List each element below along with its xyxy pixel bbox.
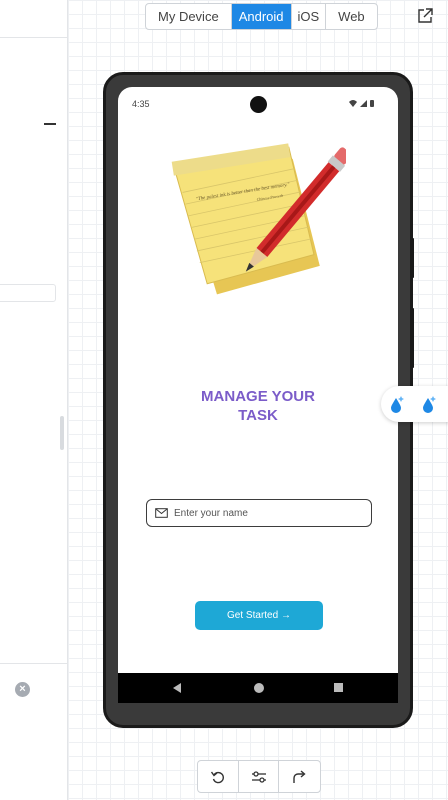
floating-widget[interactable] bbox=[381, 386, 448, 422]
name-input[interactable] bbox=[174, 504, 364, 522]
undo-icon bbox=[210, 771, 224, 784]
tab-web[interactable]: Web bbox=[326, 4, 377, 29]
collapse-icon[interactable] bbox=[44, 123, 56, 125]
preview-toolbar bbox=[197, 760, 321, 793]
notepad-pencil-illustration: "The palest ink is better than the best … bbox=[171, 143, 346, 295]
home-icon[interactable] bbox=[254, 683, 264, 693]
status-time: 4:35 bbox=[132, 99, 150, 109]
water-drop-icon bbox=[391, 396, 404, 413]
phone-side-button bbox=[410, 238, 414, 278]
back-icon[interactable] bbox=[173, 683, 181, 693]
undo-button[interactable] bbox=[198, 761, 239, 792]
tab-android[interactable]: Android bbox=[231, 4, 292, 29]
phone-screen: 4:35 "The palest ink is better than the … bbox=[118, 87, 398, 673]
phone-volume-button bbox=[410, 308, 414, 368]
camera-cutout bbox=[250, 96, 267, 113]
name-field[interactable] bbox=[146, 499, 372, 527]
redo-button[interactable] bbox=[279, 761, 320, 792]
title-line-1: MANAGE YOUR bbox=[201, 388, 315, 405]
left-panel-divider bbox=[0, 663, 68, 664]
close-icon[interactable]: × bbox=[15, 682, 30, 697]
mail-icon bbox=[155, 508, 168, 518]
tab-ios[interactable]: iOS bbox=[292, 4, 327, 29]
android-nav-bar bbox=[118, 673, 398, 703]
left-panel: × bbox=[0, 0, 68, 800]
resize-handle[interactable] bbox=[60, 416, 64, 450]
settings-button[interactable] bbox=[239, 761, 280, 792]
title-line-2: TASK bbox=[238, 407, 278, 424]
settings-sliders-icon bbox=[251, 771, 266, 783]
status-bar: 4:35 bbox=[118, 87, 398, 117]
external-link-icon[interactable] bbox=[416, 7, 434, 25]
page-title: MANAGE YOUR TASK bbox=[118, 387, 398, 425]
water-drop-icon bbox=[423, 396, 436, 413]
recents-icon[interactable] bbox=[334, 683, 343, 692]
redo-icon bbox=[293, 770, 306, 783]
left-panel-header bbox=[0, 0, 68, 38]
get-started-button[interactable]: Get Started → bbox=[195, 601, 323, 630]
platform-switcher: My Device Android iOS Web bbox=[145, 3, 378, 30]
left-panel-field[interactable] bbox=[0, 284, 56, 302]
status-icons bbox=[349, 100, 374, 107]
tab-my-device[interactable]: My Device bbox=[146, 4, 232, 29]
